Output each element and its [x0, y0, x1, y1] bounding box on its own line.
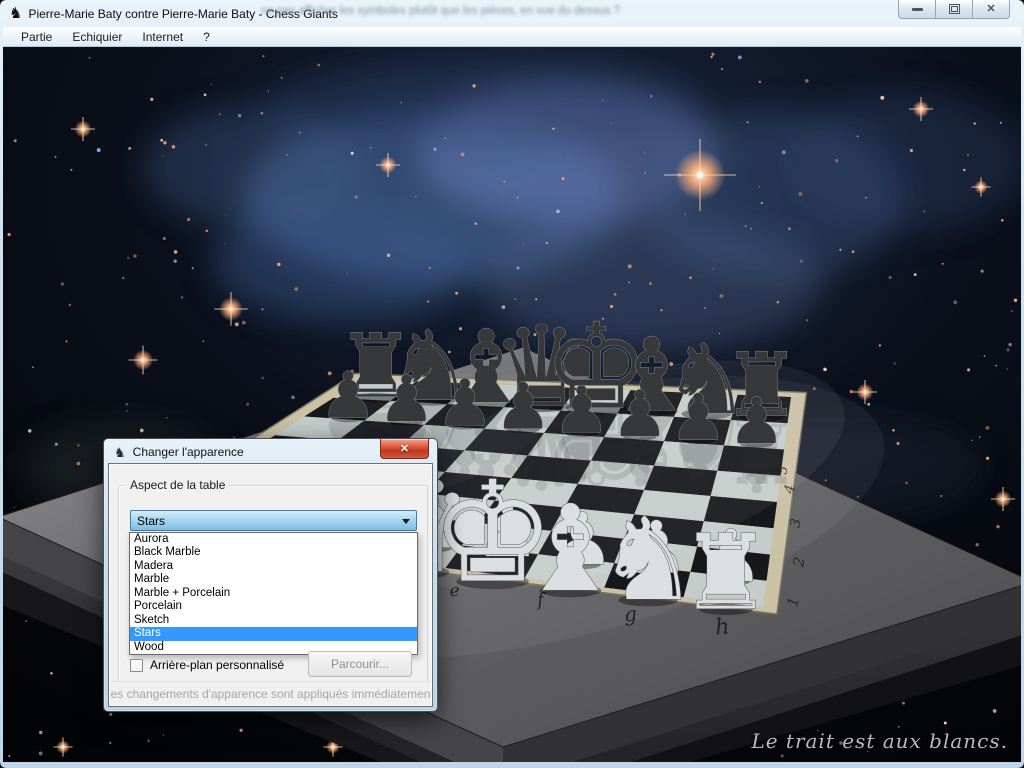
piece-black-pawn-h7[interactable]: ♟	[728, 385, 785, 459]
close-button[interactable]: ✕	[972, 0, 1010, 19]
piece-black-pawn-b7[interactable]: ♟	[378, 363, 435, 437]
menu-item-internet[interactable]: Internet	[132, 28, 193, 46]
custom-background-checkbox[interactable]	[130, 659, 143, 672]
menu-bar: PartieEchiquierInternet?	[3, 27, 1021, 47]
maximize-button[interactable]	[935, 0, 973, 19]
dialog-titlebar[interactable]: ♞ Changer l'apparence	[114, 443, 244, 461]
titlebar-ghost-text: ne pas afficher les symboles plutôt que …	[261, 5, 876, 17]
dropdown-option-stars[interactable]: Stars	[130, 627, 417, 640]
turn-status-text: Le trait est aux blancs.	[751, 729, 1008, 753]
dropdown-option-marble-porcelain[interactable]: Marble + Porcelain	[130, 587, 417, 600]
minimize-button[interactable]	[898, 0, 936, 19]
piece-black-pawn-d7[interactable]: ♟	[495, 371, 552, 445]
window-controls: ✕	[899, 0, 1010, 19]
dropdown-option-black-marble[interactable]: Black Marble	[130, 546, 417, 559]
minimize-icon	[912, 8, 923, 11]
dropdown-option-aurora[interactable]: Aurora	[130, 533, 417, 546]
combobox-dropdown-list: AuroraBlack MarbleMaderaMarbleMarble + P…	[129, 532, 418, 655]
custom-background-label: Arrière-plan personnalisé	[150, 658, 284, 672]
dropdown-option-marble[interactable]: Marble	[130, 573, 417, 586]
dialog-body: Aspect de la table Stars AuroraBlack Mar…	[108, 463, 433, 707]
groupbox-label: Aspect de la table	[126, 478, 229, 492]
piece-black-pawn-g7[interactable]: ♟	[670, 382, 727, 456]
menu-item-partie[interactable]: Partie	[11, 28, 62, 46]
dropdown-option-porcelain[interactable]: Porcelain	[130, 600, 417, 613]
piece-black-pawn-e7[interactable]: ♟	[553, 374, 610, 448]
piece-black-pawn-c7[interactable]: ♟	[436, 367, 493, 441]
custom-background-row: Arrière-plan personnalisé	[130, 658, 284, 672]
window-titlebar[interactable]: ♞ Pierre-Marie Baty contre Pierre-Marie …	[3, 0, 1021, 27]
dialog-status-text: Les changements d'apparence sont appliqu…	[110, 687, 431, 701]
menu-item-echiquier[interactable]: Echiquier	[62, 28, 132, 46]
dialog-status-bar: Les changements d'apparence sont appliqu…	[110, 681, 431, 705]
combobox-dropdown-arrow-icon	[402, 519, 410, 524]
dropdown-option-madera[interactable]: Madera	[130, 560, 417, 573]
piece-black-pawn-a7[interactable]: ♟	[319, 360, 376, 434]
dialog-title: Changer l'apparence	[133, 445, 244, 459]
table-aspect-combobox[interactable]: Stars	[130, 510, 417, 531]
app-icon-knight: ♞	[9, 6, 22, 21]
dialog-knight-icon: ♞	[114, 446, 126, 459]
menu-item-[interactable]: ?	[193, 28, 220, 46]
piece-white-rook-h1[interactable]: ♜	[679, 513, 772, 633]
combobox-value: Stars	[137, 514, 165, 528]
dropdown-option-sketch[interactable]: Sketch	[130, 614, 417, 627]
close-icon: ✕	[986, 4, 995, 15]
appearance-dialog: ♞ Changer l'apparence ✕ Aspect de la tab…	[103, 438, 438, 712]
piece-black-pawn-f7[interactable]: ♟	[611, 378, 668, 452]
maximize-icon	[949, 4, 960, 14]
dialog-close-button[interactable]: ✕	[380, 439, 429, 459]
browse-button[interactable]: Parcourir...	[308, 651, 412, 677]
